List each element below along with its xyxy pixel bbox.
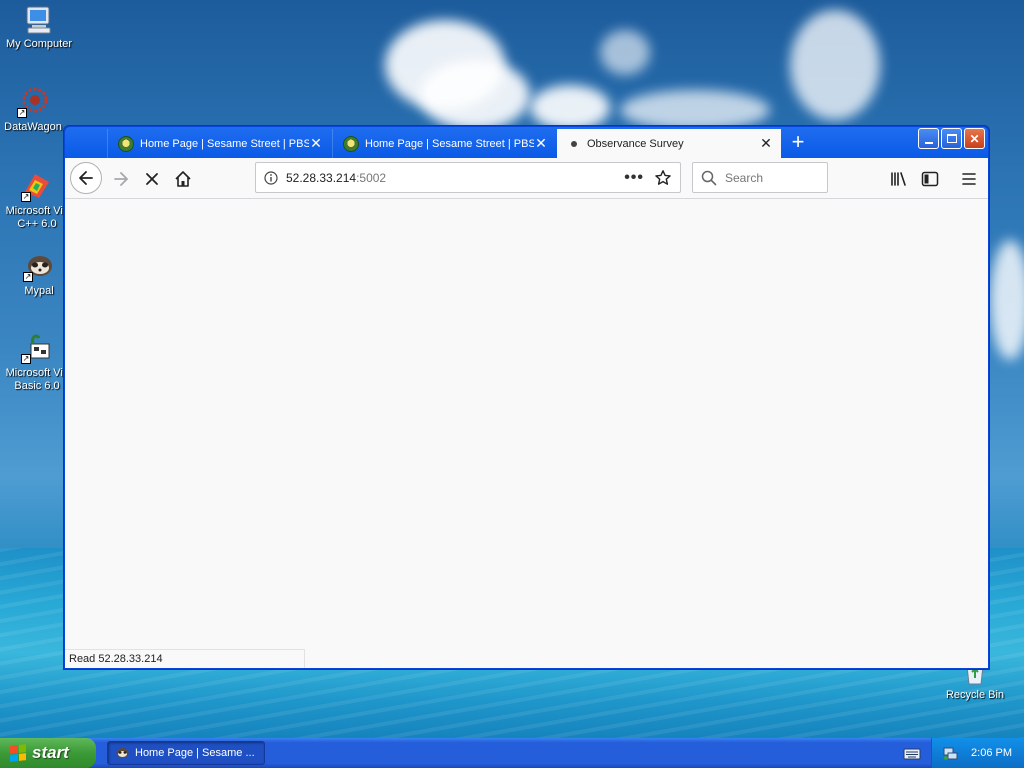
cloud [620,90,770,130]
star-bookmark-icon[interactable] [654,169,672,187]
window-controls: ✕ [918,128,985,149]
shortcut-arrow-icon: ↗ [17,108,27,118]
home-button[interactable] [168,164,198,194]
info-icon[interactable] [264,170,278,185]
cloud [420,60,530,130]
tab-sesame-street-2[interactable]: Home Page | Sesame Street | PBS ✕ [332,129,556,158]
computer-icon [23,3,55,35]
url-port: :5002 [356,170,387,185]
navigation-toolbar: 52.28.33.214:5002 ••• [65,158,988,199]
sesame-favicon-icon [118,135,134,152]
visual-basic-icon: ↗ [21,332,53,364]
tab-strip: Home Page | Sesame Street | PBS ✕ Home P… [65,127,988,158]
sesame-favicon-icon [343,135,359,152]
cloud [530,85,610,130]
url-bar[interactable]: 52.28.33.214:5002 ••• [255,162,681,193]
stop-button[interactable] [137,164,167,194]
library-button[interactable] [884,164,914,194]
system-tray: 2:06 PM [931,738,1024,768]
cloud [990,240,1024,360]
network-icon[interactable] [942,745,958,761]
hamburger-menu-icon [962,173,976,185]
arrow-right-icon [114,172,128,186]
start-label: start [32,743,69,762]
clock[interactable]: 2:06 PM [971,747,1012,759]
search-icon [701,170,717,185]
mypal-icon: ↗ [23,250,55,282]
minimize-icon [924,141,933,144]
windows-logo-icon [10,744,26,762]
menu-button[interactable] [954,164,984,194]
shortcut-arrow-icon: ↗ [23,272,33,282]
page-actions-icon[interactable]: ••• [624,169,644,187]
browser-window: Home Page | Sesame Street | PBS ✕ Home P… [63,125,990,670]
close-window-button[interactable]: ✕ [964,128,985,149]
taskbar-item-mypal[interactable]: Home Page | Sesame ... [107,741,265,765]
loading-dot-icon [571,140,577,147]
new-tab-button[interactable]: + [787,129,809,157]
maximize-icon [946,134,957,143]
datawagon-icon: ↗ [17,86,49,118]
desktop-icon-my-computer[interactable]: My Computer [0,3,78,51]
cloud [790,10,880,120]
start-button[interactable]: start [0,738,96,768]
close-tab-icon[interactable]: ✕ [534,135,548,152]
maximize-button[interactable] [941,128,962,149]
tab-label: Observance Survey [587,137,684,150]
close-icon: ✕ [969,131,980,146]
back-button[interactable] [70,162,102,194]
close-tab-icon[interactable]: ✕ [759,135,773,152]
minimize-button[interactable] [918,128,939,149]
page-content: Read 52.28.33.214 [65,199,988,668]
mypal-icon [116,748,129,758]
arrow-left-icon [79,171,93,185]
sidebar-icon [921,171,939,187]
search-box[interactable] [692,162,828,193]
desktop-icon-label: DataWagon [4,121,62,133]
shortcut-arrow-icon: ↗ [21,192,31,202]
taskbar: start Home Page | Sesame ... 2:06 PM [0,738,1024,768]
library-icon [891,172,906,186]
visual-cpp-icon: ↗ [21,170,53,202]
shortcut-arrow-icon: ↗ [21,354,31,364]
url-host: 52.28.33.214 [286,170,357,185]
desktop-icon-label: My Computer [5,38,73,50]
tab-observance-survey[interactable]: Observance Survey ✕ [557,129,781,158]
search-input[interactable] [725,170,815,185]
tab-label: Home Page | Sesame Street | PBS [365,137,534,150]
keyboard-icon[interactable] [903,745,921,761]
sidebar-toggle-button[interactable] [915,164,945,194]
tab-label: Home Page | Sesame Street | PBS [140,137,309,150]
status-bar: Read 52.28.33.214 [65,649,305,668]
stop-x-icon [146,173,158,185]
forward-button[interactable] [106,164,136,194]
desktop-icon-datawagon[interactable]: ↗ DataWagon [0,86,72,134]
tab-sesame-street-1[interactable]: Home Page | Sesame Street | PBS ✕ [107,129,331,158]
close-tab-icon[interactable]: ✕ [309,135,323,152]
taskbar-item-label: Home Page | Sesame ... [135,747,255,759]
desktop-icon-label: Recycle Bin [945,689,1005,701]
home-icon [175,171,191,187]
cloud [600,30,650,75]
